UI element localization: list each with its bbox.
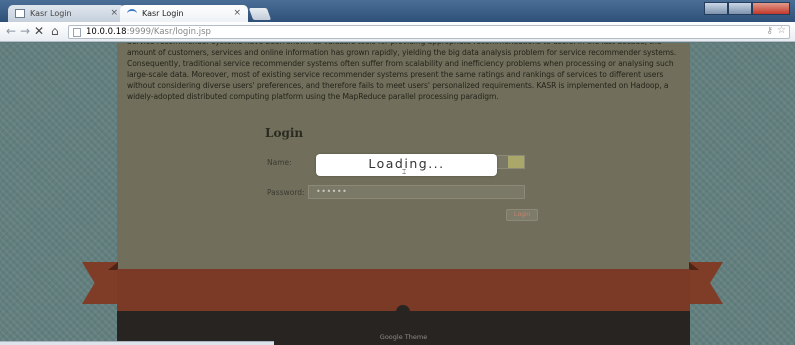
- page-icon: [73, 28, 81, 37]
- url-host: 10.0.0.18: [86, 27, 127, 37]
- loading-text: Loading...: [368, 156, 445, 171]
- login-button[interactable]: Login: [506, 209, 538, 221]
- tab-2-close-icon[interactable]: ×: [233, 5, 241, 22]
- login-title: Login: [265, 126, 304, 140]
- footer-credit: Google Theme: [379, 333, 428, 341]
- password-label: Password:: [267, 188, 305, 197]
- page-favicon-icon: [15, 9, 25, 18]
- loading-dialog: Loading... ⌶: [316, 154, 497, 176]
- address-url[interactable]: 10.0.0.18:9999/Kasr/login.jsp: [86, 26, 211, 39]
- status-bar: [0, 341, 274, 345]
- key-icon[interactable]: ⚷: [766, 26, 773, 36]
- maximize-button[interactable]: [728, 2, 752, 15]
- footer-knob: [396, 305, 410, 319]
- address-bar[interactable]: 10.0.0.18:9999/Kasr/login.jsp ⚷ ☆: [68, 25, 790, 39]
- abstract-text: Service recommender systems have been sh…: [127, 43, 677, 101]
- tab-2-label: Kasr Login: [142, 9, 184, 18]
- browser-tab-2-active[interactable]: Kasr Login ×: [120, 5, 248, 22]
- name-label: Name:: [267, 158, 292, 167]
- forward-arrow-icon[interactable]: →: [20, 24, 30, 39]
- browser-tab-1[interactable]: Kasr Login ×: [8, 5, 125, 22]
- home-icon[interactable]: ⌂: [51, 24, 59, 39]
- stop-icon[interactable]: ✕: [34, 24, 44, 39]
- autofill-swatch: [508, 156, 524, 168]
- new-tab-button[interactable]: [248, 8, 272, 20]
- password-input[interactable]: ••••••: [308, 185, 525, 199]
- browser-toolbar: ← → ✕ ⌂ 10.0.0.18:9999/Kasr/login.jsp ⚷ …: [0, 22, 795, 42]
- window-close-button[interactable]: [752, 2, 790, 15]
- bookmark-star-icon[interactable]: ☆: [777, 25, 786, 36]
- mouse-cursor-icon: ⌶: [402, 168, 407, 176]
- window-controls: [704, 2, 790, 15]
- browser-titlebar: Kasr Login × Kasr Login ×: [0, 0, 795, 22]
- url-path: :9999/Kasr/login.jsp: [126, 27, 211, 37]
- page-footer: Google Theme: [117, 305, 690, 345]
- tab-1-label: Kasr Login: [30, 9, 72, 18]
- tab-1-close-icon[interactable]: ×: [110, 5, 118, 22]
- loading-spinner-icon: [127, 9, 137, 18]
- password-value: ••••••: [316, 187, 348, 196]
- back-arrow-icon[interactable]: ←: [6, 24, 16, 39]
- minimize-button[interactable]: [704, 2, 728, 15]
- page-viewport: Service recommender systems have been sh…: [0, 43, 795, 345]
